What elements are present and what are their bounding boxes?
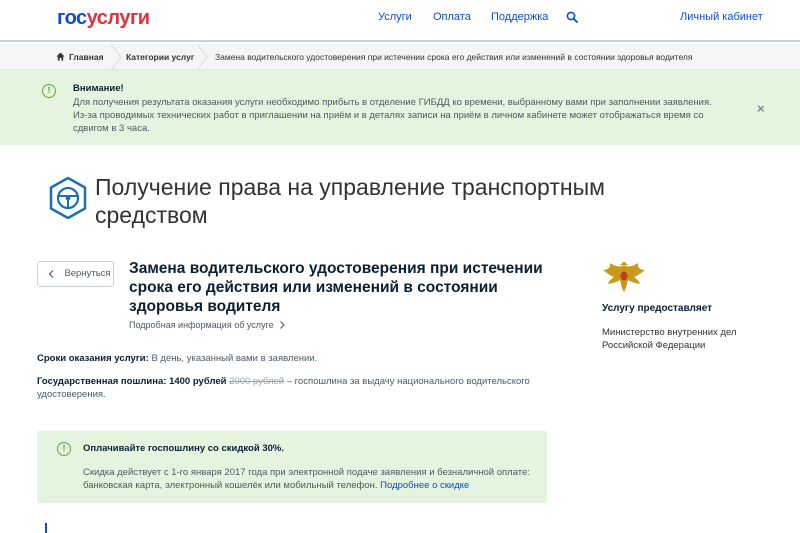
service-details-link[interactable]: Подробная информация об услуге <box>129 320 285 330</box>
service-details-label: Подробная информация об услуге <box>129 320 274 330</box>
provider-name: Министерство внутренних дел Российской Ф… <box>602 327 737 351</box>
breadcrumb: Главная Категории услуг Замена водительс… <box>0 44 800 70</box>
logo-part-uslugi: услуги <box>86 7 150 29</box>
info-circle-icon: ! <box>42 84 56 98</box>
steering-wheel-icon <box>49 177 87 219</box>
nav-services[interactable]: Услуги <box>378 11 412 23</box>
logo-part-gos: гос <box>57 7 87 29</box>
service-terms: Сроки оказания услуги: В день, указанный… <box>37 353 317 364</box>
discount-more-link[interactable]: Подробнее о скидке <box>380 480 469 491</box>
breadcrumb-home[interactable]: Главная <box>69 52 104 62</box>
home-icon <box>56 52 65 61</box>
discount-notice: ! Оплачивайте госпошлину со скидкой 30%.… <box>37 431 547 503</box>
alert-line-2: Из-за проводимых технических работ в при… <box>73 110 704 134</box>
mvd-emblem-icon <box>603 261 645 292</box>
info-circle-icon: ! <box>57 442 71 456</box>
header: госуслуги Услуги Оплата Поддержка Личный… <box>0 0 800 42</box>
alert-text: Для получения результата оказания услуги… <box>73 96 723 135</box>
back-button-label: Вернуться <box>64 268 111 279</box>
state-fee: Государственная пошлина: 1400 рублей 200… <box>37 375 537 401</box>
service-title: Замена водительского удостоверения при и… <box>129 260 543 315</box>
attention-alert: ! Внимание! Для получения результата ока… <box>0 70 800 145</box>
alert-title: Внимание! <box>73 83 124 94</box>
discount-text: Скидка действует с 1-го января 2017 года… <box>83 466 533 492</box>
terms-value: В день, указанный вами в заявлении. <box>151 353 318 364</box>
back-button[interactable]: Вернуться <box>37 261 114 287</box>
page-title: Получение права на управление транспортн… <box>95 174 605 228</box>
discount-title: Оплачивайте госпошлину со скидкой 30%. <box>83 443 284 454</box>
breadcrumb-categories[interactable]: Категории услуг <box>126 52 194 62</box>
gosuslugi-logo[interactable]: госуслуги <box>57 7 150 30</box>
breadcrumb-current: Замена водительского удостоверения при и… <box>215 52 693 62</box>
fee-label: Государственная пошлина: <box>37 376 167 387</box>
terms-label: Сроки оказания услуги: <box>37 353 149 364</box>
breadcrumb-separator-icon <box>196 44 208 70</box>
chevron-left-icon <box>48 270 54 278</box>
breadcrumb-separator-icon <box>110 44 122 70</box>
personal-cabinet-link[interactable]: Личный кабинет <box>680 11 763 23</box>
nav-payment[interactable]: Оплата <box>433 11 471 23</box>
close-icon[interactable]: × <box>757 101 765 116</box>
section-marker <box>45 523 47 533</box>
fee-value: 1400 рублей <box>169 376 227 387</box>
alert-line-1: Для получения результата оказания услуги… <box>73 97 712 108</box>
chevron-right-icon <box>280 321 285 329</box>
nav-support[interactable]: Поддержка <box>491 11 548 23</box>
search-icon[interactable] <box>566 11 578 23</box>
provider-title: Услугу предоставляет <box>602 303 713 314</box>
fee-old-value: 2000 рублей <box>229 376 285 387</box>
